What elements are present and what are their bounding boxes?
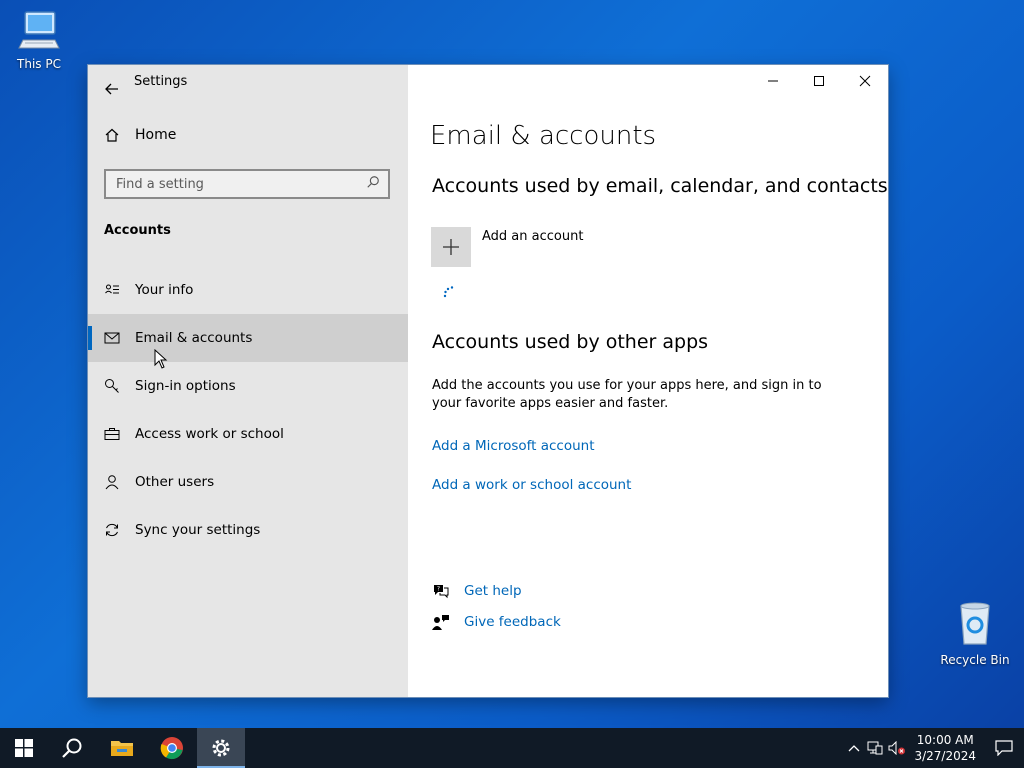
mail-icon	[104, 330, 120, 346]
sync-icon	[104, 522, 120, 538]
volume-muted-icon[interactable]	[886, 741, 908, 755]
help-chat-icon: ?	[434, 585, 449, 599]
desktop-icon-this-pc[interactable]: This PC	[4, 8, 74, 71]
chevron-up-icon[interactable]	[844, 744, 864, 752]
back-button[interactable]	[104, 73, 120, 105]
mouse-cursor-icon	[154, 349, 168, 369]
briefcase-icon	[104, 426, 120, 442]
get-help-row[interactable]: ? Get help	[432, 583, 522, 599]
chrome-button[interactable]	[148, 728, 196, 768]
sidebar-item-label: Access work or school	[135, 426, 284, 442]
sidebar-item-label: Sync your settings	[135, 522, 261, 538]
search-box[interactable]	[104, 169, 390, 199]
loading-spinner-icon	[443, 286, 454, 298]
section-title-other-apps: Accounts used by other apps	[432, 331, 709, 353]
home-nav-item[interactable]: Home	[104, 127, 176, 143]
sidebar-item-label: Other users	[135, 474, 215, 490]
home-label: Home	[135, 127, 177, 143]
svg-text:?: ?	[437, 586, 440, 593]
person-icon	[104, 474, 120, 490]
window-title: Settings	[134, 74, 188, 89]
section-description: Add the accounts you use for your apps h…	[432, 378, 822, 411]
maximize-icon	[814, 76, 824, 86]
search-icon	[62, 738, 82, 758]
notifications-icon[interactable]	[984, 740, 1024, 756]
desktop-icon-label: This PC	[17, 57, 61, 71]
maximize-button[interactable]	[796, 65, 842, 97]
settings-window: Settings Home Accounts Your info	[88, 65, 888, 697]
taskbar: 10:00 AM 3/27/2024	[0, 728, 1024, 768]
plus-icon	[443, 239, 459, 255]
sidebar-item-email-accounts[interactable]: Email & accounts	[88, 314, 408, 362]
give-feedback-row[interactable]: Give feedback	[432, 614, 561, 630]
feedback-icon	[432, 615, 449, 630]
sidebar-item-access-work-school[interactable]: Access work or school	[88, 410, 408, 458]
key-icon	[104, 378, 120, 394]
content-pane: Email & accounts Accounts used by email,…	[408, 65, 888, 697]
sidebar-nav: Your info Email & accounts Sign-in optio…	[88, 266, 408, 554]
file-explorer-button[interactable]	[98, 728, 146, 768]
add-work-school-account-link[interactable]: Add a work or school account	[432, 477, 631, 493]
sidebar-item-your-info[interactable]: Your info	[88, 266, 408, 314]
sidebar-item-sync-settings[interactable]: Sync your settings	[88, 506, 408, 554]
section-label-accounts: Accounts	[104, 223, 171, 238]
close-button[interactable]	[842, 65, 888, 97]
system-tray: 10:00 AM 3/27/2024	[844, 728, 1024, 768]
add-account-label[interactable]: Add an account	[482, 229, 583, 244]
sidebar-item-label: Your info	[135, 282, 194, 298]
sidebar-item-label: Sign-in options	[135, 378, 236, 394]
recycle-bin-icon	[960, 602, 990, 645]
clock-date: 3/27/2024	[914, 749, 976, 763]
search-taskbar-button[interactable]	[48, 728, 96, 768]
give-feedback-link[interactable]: Give feedback	[464, 614, 561, 630]
folder-icon	[111, 741, 133, 756]
start-button[interactable]	[0, 728, 48, 768]
page-title: Email & accounts	[430, 121, 657, 151]
minimize-button[interactable]	[750, 65, 796, 97]
search-icon	[367, 176, 379, 188]
arrow-left-icon	[105, 83, 118, 95]
desktop-icon-label: Recycle Bin	[940, 653, 1010, 667]
contact-card-icon	[104, 282, 120, 298]
sidebar-item-other-users[interactable]: Other users	[88, 458, 408, 506]
chrome-icon	[160, 737, 183, 760]
desktop-icon-recycle-bin[interactable]: Recycle Bin	[940, 600, 1010, 667]
minimize-icon	[768, 80, 778, 82]
search-input[interactable]	[106, 171, 356, 197]
close-icon	[859, 75, 871, 87]
caption-buttons	[750, 65, 888, 97]
add-account-button[interactable]	[431, 227, 471, 267]
sidebar: Settings Home Accounts Your info	[88, 65, 408, 697]
sidebar-item-sign-in-options[interactable]: Sign-in options	[88, 362, 408, 410]
sidebar-item-label: Email & accounts	[135, 330, 253, 346]
clock-time: 10:00 AM	[916, 733, 974, 747]
add-microsoft-account-link[interactable]: Add a Microsoft account	[432, 438, 595, 454]
computer-icon	[18, 11, 60, 49]
windows-logo-icon	[15, 739, 33, 757]
get-help-link[interactable]: Get help	[464, 583, 522, 599]
home-icon	[105, 128, 119, 142]
settings-taskbar-button[interactable]	[197, 728, 245, 768]
gear-icon	[212, 739, 230, 757]
network-icon[interactable]	[864, 741, 886, 755]
clock[interactable]: 10:00 AM 3/27/2024	[914, 732, 976, 764]
section-title-email-accounts: Accounts used by email, calendar, and co…	[432, 175, 888, 197]
